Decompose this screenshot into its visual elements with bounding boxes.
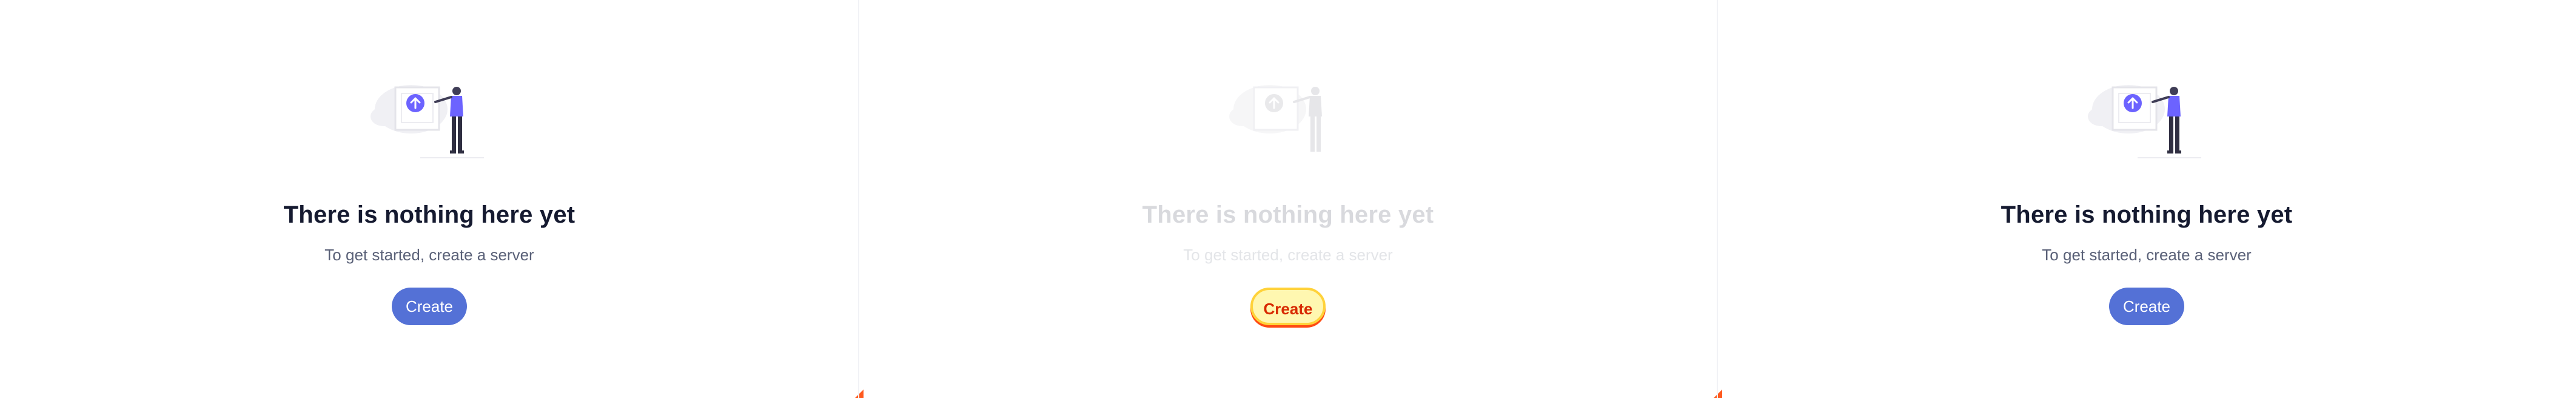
panel-divider	[1717, 0, 1718, 398]
empty-state-subtitle: To get started, create a server	[324, 246, 534, 264]
faded-content: There is nothing here yet To get started…	[1142, 0, 1434, 265]
upload-arrow-icon	[406, 94, 424, 112]
empty-state-panel-2: There is nothing here yet To get started…	[855, 0, 1717, 398]
empty-state-title: There is nothing here yet	[283, 201, 575, 228]
upload-arrow-icon	[1265, 94, 1283, 112]
empty-state-subtitle: To get started, create a server	[2042, 246, 2252, 264]
empty-state-illustration	[1229, 85, 1322, 152]
panel-divider	[858, 0, 859, 398]
empty-state-illustration	[371, 85, 484, 158]
upload-arrow-icon	[2124, 94, 2142, 112]
create-server-button[interactable]: Create	[2109, 288, 2184, 325]
empty-state-panel-3: There is nothing here yet To get started…	[1714, 0, 2576, 398]
create-server-button[interactable]: Create	[392, 288, 467, 325]
create-server-button[interactable]: Create	[1250, 288, 1326, 325]
empty-state-subtitle: To get started, create a server	[1183, 246, 1393, 264]
empty-state-panel-1: There is nothing here yet To get started…	[0, 0, 859, 398]
panels-strip: There is nothing here yet To get started…	[0, 0, 2576, 398]
empty-state-title: There is nothing here yet	[2001, 201, 2293, 228]
empty-state-illustration	[2088, 85, 2201, 158]
empty-state-title: There is nothing here yet	[1142, 201, 1434, 228]
